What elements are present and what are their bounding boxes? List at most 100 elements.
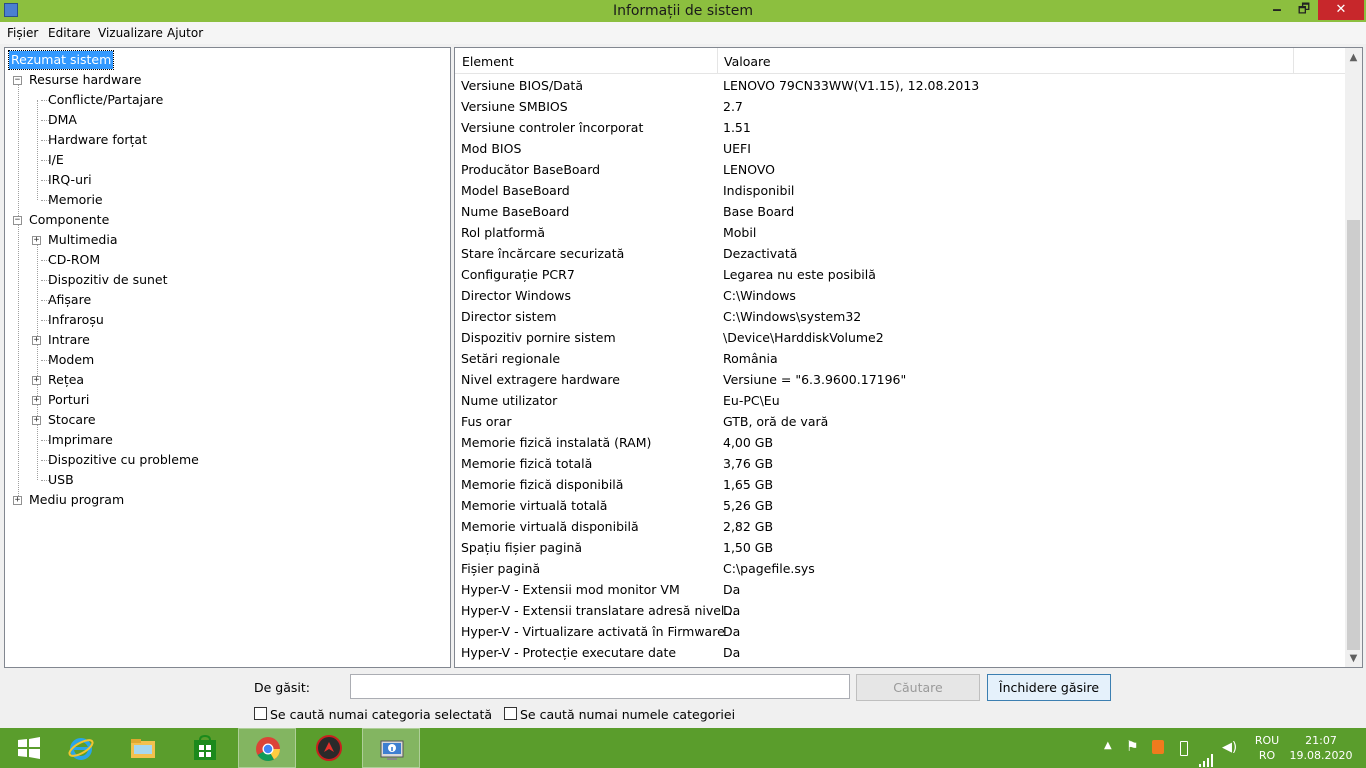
- minimize-button[interactable]: 🗕: [1264, 0, 1290, 20]
- collapse-toggle-icon[interactable]: −: [13, 216, 22, 225]
- tree-item-problem-devices[interactable]: Dispozitive cu probleme: [48, 451, 199, 469]
- table-row[interactable]: Spațiu fișier pagină 1,50 GB: [455, 537, 1345, 558]
- tree-item-storage[interactable]: Stocare: [48, 411, 96, 429]
- table-row[interactable]: Nume utilizator Eu-PC\Eu: [455, 390, 1345, 411]
- scroll-up-icon[interactable]: ▲: [1345, 49, 1362, 66]
- table-row[interactable]: Fișier pagină C:\pagefile.sys: [455, 558, 1345, 579]
- table-row[interactable]: Director Windows C:\Windows: [455, 285, 1345, 306]
- column-divider[interactable]: [1293, 48, 1294, 74]
- find-input[interactable]: [350, 674, 850, 699]
- table-row[interactable]: Hyper-V - Extensii translatare adresă ni…: [455, 600, 1345, 621]
- table-row[interactable]: Hyper-V - Extensii mod monitor VM Da: [455, 579, 1345, 600]
- close-button[interactable]: ✕: [1318, 0, 1364, 20]
- restore-button[interactable]: 🗗: [1291, 0, 1317, 20]
- table-row[interactable]: Hyper-V - Virtualizare activată în Firmw…: [455, 621, 1345, 642]
- taskbar-game-booster[interactable]: [300, 728, 358, 768]
- tree-item-forced-hardware[interactable]: Hardware forțat: [48, 131, 147, 149]
- search-button[interactable]: Căutare: [856, 674, 980, 701]
- table-row[interactable]: Hyper-V - Protecție executare date Da: [455, 642, 1345, 663]
- tree-item-ports[interactable]: Porturi: [48, 391, 89, 409]
- wifi-signal-icon[interactable]: [1198, 740, 1216, 768]
- tree-item-irqs[interactable]: IRQ-uri: [48, 171, 92, 189]
- table-row[interactable]: Nivel extragere hardware Versiune = "6.3.…: [455, 369, 1345, 390]
- taskbar-file-explorer[interactable]: [114, 728, 172, 768]
- column-divider[interactable]: [717, 48, 718, 74]
- collapse-toggle-icon[interactable]: −: [13, 76, 22, 85]
- column-header-value[interactable]: Valoare: [724, 54, 771, 69]
- taskbar-chrome[interactable]: [238, 728, 296, 768]
- expand-toggle-icon[interactable]: +: [32, 236, 41, 245]
- menu-edit[interactable]: Editare: [48, 26, 91, 40]
- tree-item-network[interactable]: Rețea: [48, 371, 84, 389]
- start-button[interactable]: [0, 728, 58, 768]
- expand-toggle-icon[interactable]: +: [32, 396, 41, 405]
- element-cell: Setări regionale: [461, 351, 561, 366]
- value-cell: C:\Windows\system32: [723, 309, 862, 324]
- menu-file[interactable]: Fișier: [7, 26, 38, 40]
- tree-item-input[interactable]: Intrare: [48, 331, 90, 349]
- scroll-down-icon[interactable]: ▼: [1345, 650, 1362, 667]
- battery-icon[interactable]: [1180, 741, 1188, 756]
- expand-toggle-icon[interactable]: +: [32, 376, 41, 385]
- details-list[interactable]: Element Valoare Versiune BIOS/Dată LENOVO…: [454, 47, 1363, 668]
- vertical-scrollbar[interactable]: ▲ ▼: [1345, 48, 1362, 667]
- table-row[interactable]: Producător BaseBoard LENOVO: [455, 159, 1345, 180]
- action-center-flag-icon[interactable]: ⚑: [1126, 739, 1139, 768]
- tree-item-memory[interactable]: Memorie: [48, 191, 103, 209]
- category-names-checkbox[interactable]: [504, 707, 517, 720]
- table-row[interactable]: Versiune SMBIOS 2.7: [455, 96, 1345, 117]
- internet-explorer-icon: [68, 738, 94, 760]
- tree-item-usb[interactable]: USB: [48, 471, 74, 489]
- table-row[interactable]: Configurație PCR7 Legarea nu este posibil…: [455, 264, 1345, 285]
- volume-icon[interactable]: ◀): [1222, 740, 1237, 768]
- tree-item-modem[interactable]: Modem: [48, 351, 94, 369]
- clock[interactable]: 21:07 19.08.2020: [1286, 734, 1356, 768]
- table-row[interactable]: Memorie fizică totală 3,76 GB: [455, 453, 1345, 474]
- taskbar-system-information[interactable]: [362, 728, 420, 768]
- tree-item-infrared[interactable]: Infraroșu: [48, 311, 104, 329]
- expand-toggle-icon[interactable]: +: [13, 496, 22, 505]
- table-row[interactable]: Memorie fizică disponibilă 1,65 GB: [455, 474, 1345, 495]
- table-row[interactable]: Setări regionale România: [455, 348, 1345, 369]
- menu-help[interactable]: Ajutor: [167, 26, 203, 40]
- table-row[interactable]: Nume BaseBoard Base Board: [455, 201, 1345, 222]
- tree-item-components[interactable]: Componente: [29, 211, 109, 229]
- tree-item-dma[interactable]: DMA: [48, 111, 77, 129]
- table-row[interactable]: Fus orar GTB, oră de vară: [455, 411, 1345, 432]
- table-row[interactable]: Memorie fizică instalată (RAM) 4,00 GB: [455, 432, 1345, 453]
- table-row[interactable]: Mod BIOS UEFI: [455, 138, 1345, 159]
- table-row[interactable]: Model BaseBoard Indisponibil: [455, 180, 1345, 201]
- close-find-button[interactable]: Închidere găsire: [987, 674, 1111, 701]
- table-row[interactable]: Dispozitiv pornire sistem \Device\Harddis…: [455, 327, 1345, 348]
- tree-item-printing[interactable]: Imprimare: [48, 431, 113, 449]
- tree-item-display[interactable]: Afișare: [48, 291, 91, 309]
- tree-item-system-summary[interactable]: Rezumat sistem: [7, 50, 115, 70]
- element-cell: Model BaseBoard: [461, 183, 570, 198]
- table-row[interactable]: Memorie virtuală totală 5,26 GB: [455, 495, 1345, 516]
- expand-toggle-icon[interactable]: +: [32, 416, 41, 425]
- menu-view[interactable]: Vizualizare: [98, 26, 163, 40]
- table-row[interactable]: Versiune BIOS/Dată LENOVO 79CN33WW(V1.15)…: [455, 75, 1345, 96]
- expand-toggle-icon[interactable]: +: [32, 336, 41, 345]
- taskbar-internet-explorer[interactable]: [52, 728, 110, 768]
- tree-item-hardware-resources[interactable]: Resurse hardware: [29, 71, 141, 89]
- tree-item-cdrom[interactable]: CD-ROM: [48, 251, 100, 269]
- table-row[interactable]: Director sistem C:\Windows\system32: [455, 306, 1345, 327]
- column-header-element[interactable]: Element: [462, 54, 514, 69]
- table-row[interactable]: Stare încărcare securizată Dezactivată: [455, 243, 1345, 264]
- table-row[interactable]: Memorie virtuală disponibilă 2,82 GB: [455, 516, 1345, 537]
- input-language[interactable]: ROU RO: [1252, 734, 1282, 768]
- category-tree[interactable]: Rezumat sistem − Resurse hardware Confli…: [4, 47, 451, 668]
- tree-item-software-environment[interactable]: Mediu program: [29, 491, 124, 509]
- table-row[interactable]: Rol platformă Mobil: [455, 222, 1345, 243]
- table-row[interactable]: Versiune controler încorporat 1.51: [455, 117, 1345, 138]
- tree-item-sound-device[interactable]: Dispozitiv de sunet: [48, 271, 168, 289]
- show-hidden-icons[interactable]: ▲: [1104, 740, 1112, 768]
- taskbar-store[interactable]: [176, 728, 234, 768]
- selected-category-checkbox[interactable]: [254, 707, 267, 720]
- scrollbar-thumb[interactable]: [1347, 220, 1360, 650]
- tray-app-icon[interactable]: [1152, 740, 1164, 754]
- tree-item-conflicts[interactable]: Conflicte/Partajare: [48, 91, 163, 109]
- tree-item-io[interactable]: I/E: [48, 151, 64, 169]
- tree-item-multimedia[interactable]: Multimedia: [48, 231, 118, 249]
